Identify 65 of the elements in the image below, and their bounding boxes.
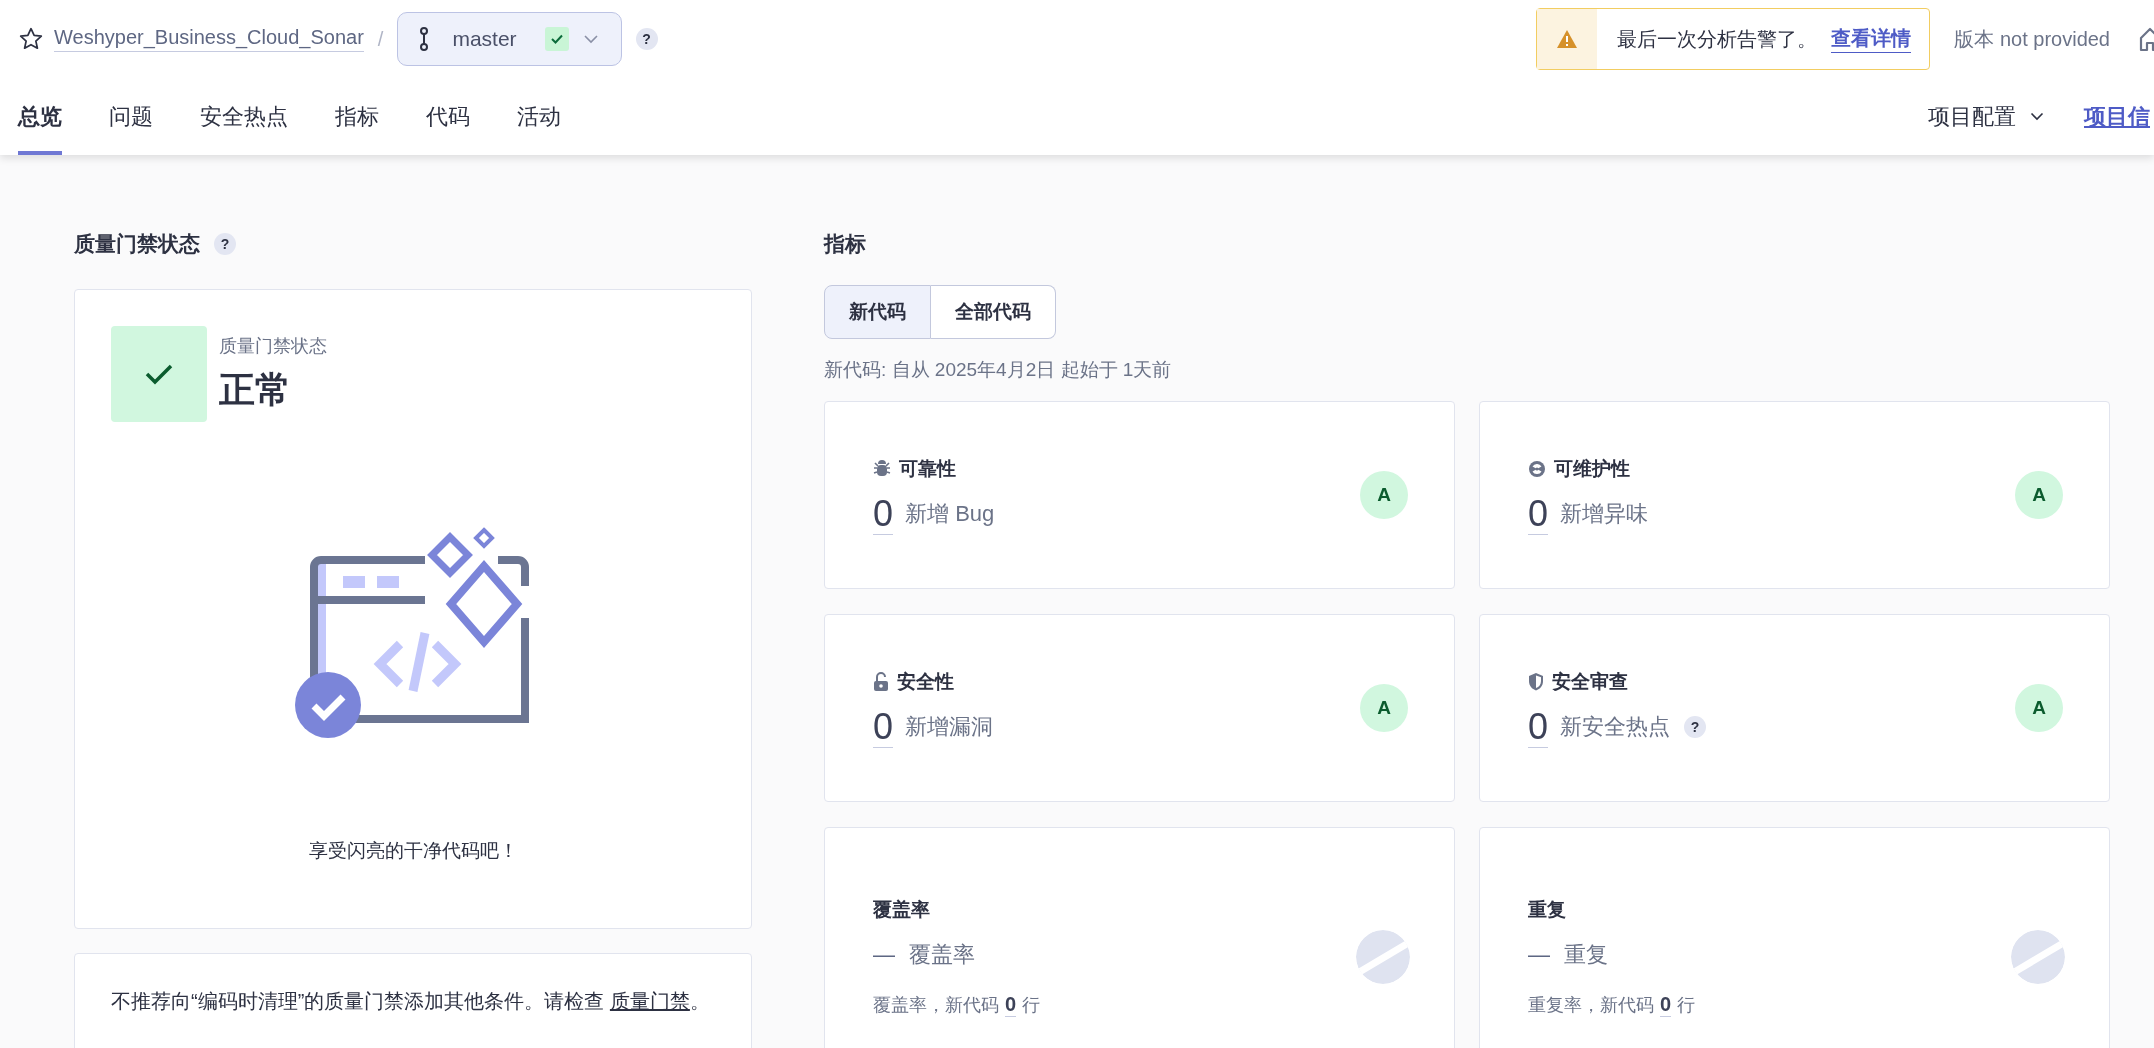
status-value: 正常 [219,368,292,412]
help-icon[interactable]: ? [214,233,236,255]
period-toggle[interactable]: 全部代码 [931,285,1056,339]
metric-title: 可维护性 [1554,456,1630,481]
nav-tab[interactable]: 活动 [517,78,561,155]
period-text: 新代码: 自从 2025年4月2日 起始于 1天前 [824,358,1173,382]
metric-footer-label: 覆盖率，新代码 [873,994,999,1017]
shield-icon [1528,672,1544,691]
branch-selector[interactable]: master [397,12,622,66]
no-data-icon [2011,930,2065,984]
nav-tab[interactable]: 指标 [335,78,379,155]
branch-icon [418,27,431,51]
rating-badge[interactable]: A [1360,471,1408,519]
metric-title: 可靠性 [899,456,956,481]
section-title: 指标 [824,231,866,257]
section-title: 质量门禁状态 [74,231,200,257]
metric-value[interactable]: 0 [873,706,894,748]
metric-title: 覆盖率 [873,898,930,922]
status-caption: 质量门禁状态 [219,335,327,358]
metric-label: 新增漏洞 [905,713,994,741]
metric-footer-value[interactable]: 0 [1660,993,1672,1017]
star-icon[interactable] [18,26,44,52]
metric-value[interactable]: — [1528,935,1550,975]
metric-label: 新增 Bug [905,500,995,528]
nav-tab[interactable]: 安全热点 [200,78,288,155]
metric-label: 新安全热点 [1560,713,1671,741]
metric-value[interactable]: 0 [1528,493,1549,535]
quality-gate-link[interactable]: 质量门禁 [609,990,690,1012]
gate-message: 享受闪亮的干净代码吧！ [308,839,518,863]
metric-label: 覆盖率 [909,941,975,969]
warning-icon [1556,29,1579,49]
metric-value[interactable]: — [873,935,895,975]
project-settings-menu[interactable]: 项目配置 [1928,78,2044,155]
rating-badge[interactable]: A [2015,684,2063,732]
metric-footer-unit: 行 [1677,994,1696,1017]
notice-text: 不推荐向“编码时清理”的质量门禁添加其他条件。请检查 质量门禁。 [111,989,711,1014]
metric-label: 新增异味 [1560,500,1649,528]
metric-footer-label: 重复率，新代码 [1528,994,1654,1017]
project-info-link[interactable]: 项目信 [2084,78,2150,155]
metric-footer-unit: 行 [1022,994,1041,1017]
metric-label: 重复 [1564,941,1608,969]
details-link[interactable]: 查看详情 [1831,25,1912,53]
version-label: 版本 not provided [1954,26,2110,52]
rating-badge[interactable]: A [1360,684,1408,732]
help-icon[interactable]: ? [1684,716,1707,738]
nav-tab[interactable]: 总览 [18,78,62,155]
project-link[interactable]: Weshyper_Business_Cloud_Sonar [54,26,364,52]
metric-value[interactable]: 0 [873,493,894,535]
period-toggle[interactable]: 新代码 [824,285,931,339]
breadcrumb-separator: / [377,27,384,51]
unlocked-padlock-icon [873,671,889,692]
bug-icon [873,459,891,478]
metric-title: 重复 [1528,898,1566,922]
warning-message: 最后一次分析告警了。 [1617,26,1818,52]
metric-footer-value[interactable]: 0 [1005,993,1017,1017]
metric-value[interactable]: 0 [1528,706,1549,748]
metric-title: 安全性 [897,669,954,694]
rating-badge[interactable]: A [2015,471,2063,519]
nav-tab[interactable]: 问题 [109,78,153,155]
chevron-down-icon [582,34,599,44]
no-data-icon [1356,930,1410,984]
metric-title: 安全审查 [1552,669,1628,694]
nav-tab[interactable]: 代码 [426,78,470,155]
chevron-down-icon [2030,112,2044,121]
help-icon[interactable]: ? [635,28,658,50]
